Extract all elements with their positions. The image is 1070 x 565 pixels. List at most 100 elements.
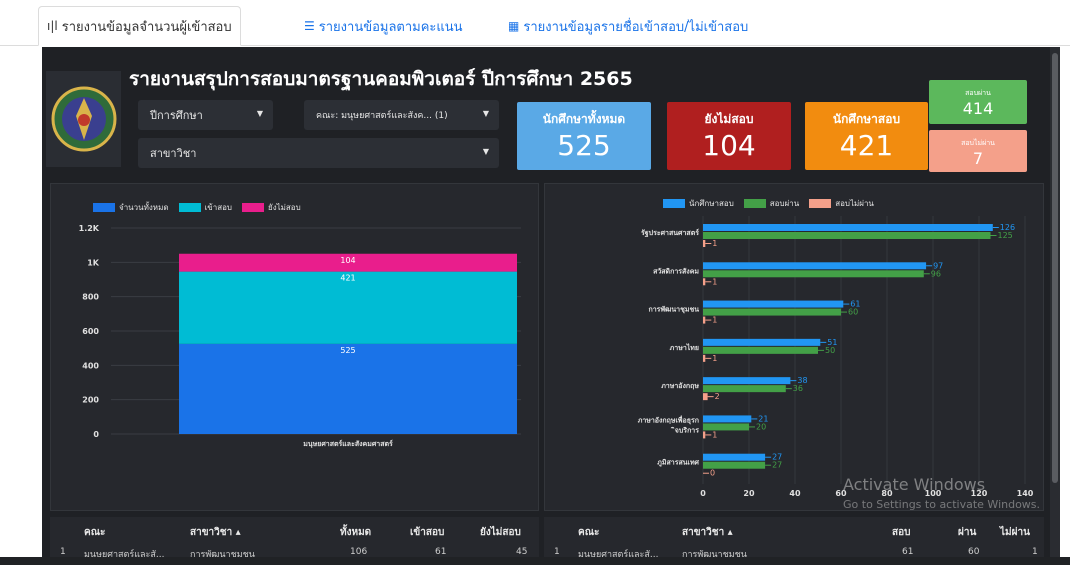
row-major: การพัฒนาชุมชน: [682, 550, 747, 557]
tab-exam-count-label: รายงานข้อมูลจำนวนผู้เข้าสอบ: [61, 19, 232, 35]
row-faculty: มนุษยศาสตร์และสั...: [84, 550, 165, 557]
faculty-dropdown[interactable]: คณะ: มนุษยศาสตร์และสังค... (1) ▼: [304, 100, 499, 130]
tab-name-list[interactable]: ▦ รายงานข้อมูลรายชื่อเข้าสอบ/ไม่เข้าสอบ: [500, 6, 756, 46]
y-category-label: สวัสดิการสังคม: [653, 267, 699, 275]
left-summary-table: คณะ สาขาวิชา ▴ ทั้งหมด เข้าสอบ ยังไม่สอบ…: [50, 517, 539, 557]
col-header-fail[interactable]: ไม่ผ่าน: [1000, 525, 1030, 540]
row-faculty: มนุษยศาสตร์และสั...: [578, 550, 659, 557]
bar-mark: [703, 224, 993, 231]
y-tick-label: 400: [82, 361, 99, 370]
right-summary-table: คณะ สาขาวิชา ▴ สอบ ผ่าน ไม่ผ่าน 1 มนุษยศ…: [544, 517, 1044, 557]
passed-card: สอบผ่าน 414: [929, 80, 1027, 124]
bar-mark: [703, 278, 706, 286]
bar-mark: [703, 453, 766, 461]
y-category-label: ิจบริการ: [670, 426, 699, 434]
bar-data-label: 60: [848, 308, 858, 317]
row-taken: 61: [435, 547, 447, 557]
bar-mark: [703, 385, 786, 393]
university-logo: [46, 71, 121, 167]
y-tick-label: 0: [93, 430, 99, 439]
total-students-label: นักศึกษาทั้งหมด: [542, 112, 626, 126]
taken-card: นักศึกษาสอบ 421: [805, 102, 928, 170]
vertical-scrollbar[interactable]: [1050, 47, 1060, 557]
row-major: การพัฒนาชุมชน: [190, 550, 255, 557]
total-students-card: นักศึกษาทั้งหมด 525: [517, 102, 651, 170]
bar-mark: [703, 316, 706, 324]
col-header-taken[interactable]: เข้าสอบ: [410, 525, 444, 540]
bar-mark: [703, 240, 706, 247]
bar-mark: [703, 423, 749, 431]
bar-data-label: 0: [710, 469, 715, 478]
bar-data-label: 20: [756, 422, 766, 431]
y-tick-label: 1.2K: [79, 224, 100, 233]
col-header-total[interactable]: ทั้งหมด: [340, 525, 371, 540]
stacked-bar-segment: [179, 343, 517, 434]
bar-data-label: 1: [712, 316, 717, 325]
bar-data-label: 104: [340, 256, 355, 265]
major-horizontal-chart-panel: นักศึกษาสอบ สอบผ่าน สอบไม่ผ่าน 0 20 40 60 80…: [544, 183, 1044, 511]
bar-data-label: 50: [825, 346, 835, 355]
bar-mark: [703, 431, 706, 439]
bar-data-label: 1: [712, 277, 717, 286]
row-total: 106: [350, 547, 368, 557]
bar-data-label: 1: [712, 430, 717, 439]
x-tick-label: 140: [1017, 489, 1034, 498]
x-tick-label: 0: [700, 489, 706, 498]
table-icon: ▦: [508, 19, 520, 33]
x-category-label: มนุษยศาสตร์และสังคมศาสตร์: [303, 439, 393, 448]
row-not-taken: 45: [516, 547, 528, 557]
bar-data-label: 27: [772, 461, 782, 470]
scrollbar-thumb[interactable]: [1052, 53, 1058, 483]
bar-data-label: 36: [793, 384, 803, 393]
bar-data-label: 2: [715, 392, 720, 401]
row-exam: 61: [902, 547, 914, 557]
year-dropdown[interactable]: ปีการศึกษา ▼: [138, 100, 273, 130]
stacked-bar-chart: 0 200 400 600 800 1K 1.2K 525 421 104 มนุษยศาสตร์แ…: [79, 224, 521, 448]
col-header-pass[interactable]: ผ่าน: [958, 525, 976, 540]
bar-data-label: 1: [712, 239, 717, 248]
col-header-exam[interactable]: สอบ: [892, 525, 910, 540]
activation-watermark-subtitle: Go to Settings to activate Windows.: [843, 498, 1041, 511]
col-header-faculty[interactable]: คณะ: [578, 525, 599, 540]
report-tabs: ı|l รายงานข้อมูลจำนวนผู้เข้าสอบ ☰ รายงาน…: [0, 0, 1070, 46]
tab-score-report[interactable]: ☰ รายงานข้อมูลตามคะแนน: [296, 6, 471, 46]
y-category-label: รัฐประศาสนศาสตร์: [641, 228, 699, 238]
y-tick-label: 1K: [87, 258, 100, 267]
not-taken-value: 104: [702, 129, 756, 162]
row-pass: 60: [968, 547, 980, 557]
row-index: 1: [60, 547, 66, 557]
bar-mark: [703, 415, 752, 423]
col-header-major[interactable]: สาขาวิชา ▴: [682, 525, 733, 540]
failed-card: สอบไม่ผ่าน 7: [929, 130, 1027, 172]
activation-watermark-title: Activate Windows: [843, 475, 986, 494]
major-dropdown[interactable]: สาขาวิชา ▼: [138, 138, 499, 168]
tab-exam-count[interactable]: ı|l รายงานข้อมูลจำนวนผู้เข้าสอบ: [38, 6, 241, 46]
y-category-label: ภาษาอังกฤษ: [661, 382, 699, 390]
bar-mark: [703, 262, 927, 270]
bar-mark: [703, 300, 844, 308]
year-dropdown-label: ปีการศึกษา: [150, 109, 203, 122]
failed-value: 7: [972, 149, 984, 168]
bar-mark: [703, 393, 708, 401]
bar-mark: [703, 270, 924, 278]
row-index: 1: [554, 547, 560, 557]
faculty-dropdown-label: คณะ: มนุษยศาสตร์และสังค... (1): [316, 111, 448, 121]
col-header-major[interactable]: สาขาวิชา ▴: [190, 525, 241, 540]
col-header-faculty[interactable]: คณะ: [84, 525, 105, 540]
bar-mark: [703, 354, 706, 362]
not-taken-card: ยังไม่สอบ 104: [667, 102, 791, 170]
list-icon: ☰: [304, 19, 315, 33]
y-tick-label: 200: [82, 396, 99, 405]
bar-mark: [703, 377, 791, 385]
y-tick-label: 600: [82, 327, 99, 336]
failed-label: สอบไม่ผ่าน: [961, 139, 995, 147]
bar-mark: [703, 232, 991, 239]
bar-data-label: 1: [712, 354, 717, 363]
x-tick-label: 20: [743, 489, 755, 498]
not-taken-label: ยังไม่สอบ: [704, 112, 754, 126]
col-header-not-taken[interactable]: ยังไม่สอบ: [480, 525, 521, 540]
major-dropdown-label: สาขาวิชา: [150, 147, 197, 160]
bar-mark: [703, 308, 841, 316]
passed-label: สอบผ่าน: [965, 89, 991, 97]
taken-label: นักศึกษาสอบ: [832, 112, 901, 126]
